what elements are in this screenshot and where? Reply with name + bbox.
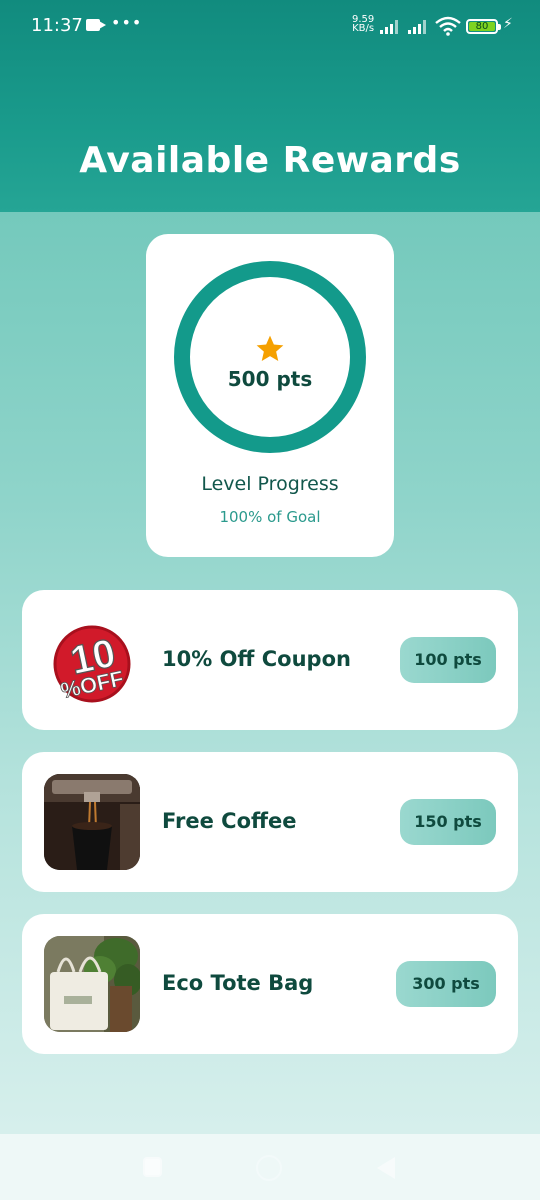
header-bar: 11:37 ••• 9.59 KB/s 80 ⚡ Available Rewar… [0,0,540,212]
reward-name: 10% Off Coupon [162,647,351,671]
goal-percentage-label: 100% of Goal [219,508,321,526]
reward-name: Free Coffee [162,809,297,833]
network-speed: 9.59 KB/s [352,15,375,34]
reward-points-pill[interactable]: 100 pts [400,637,496,683]
page-title: Available Rewards [79,140,461,181]
tote-bag-image [44,936,140,1032]
more-notifications-icon: ••• [111,13,143,32]
progress-ring: 500 pts [174,261,366,453]
level-progress-card: 500 pts Level Progress 100% of Goal [146,234,394,557]
reward-card-tote[interactable]: Eco Tote Bag 300 pts [22,914,518,1054]
signal-strength-icon-2 [408,18,430,34]
reward-name: Eco Tote Bag [162,971,314,995]
video-camera-icon [86,19,106,31]
network-speed-unit: KB/s [352,23,375,34]
status-time: 11:37 [31,15,83,36]
charging-icon: ⚡ [503,16,513,32]
status-bar: 11:37 ••• 9.59 KB/s 80 ⚡ [0,0,540,52]
battery-icon: 80 [466,19,501,34]
reward-points-pill[interactable]: 300 pts [396,961,496,1007]
star-icon [190,333,350,369]
recent-apps-button[interactable] [143,1157,162,1177]
coffee-cup-image [44,774,140,870]
level-progress-label: Level Progress [201,473,339,495]
battery-level: 80 [469,22,495,32]
back-button[interactable] [377,1157,395,1179]
wifi-icon [435,16,461,36]
signal-strength-icon [380,18,402,34]
reward-card-coffee[interactable]: Free Coffee 150 pts [22,752,518,892]
points-total: 500 pts [227,367,313,391]
discount-badge-image: 10 %OFF [44,612,140,708]
system-navigation-bar [0,1134,540,1200]
reward-points-pill[interactable]: 150 pts [400,799,496,845]
reward-card-coupon[interactable]: 10 %OFF 10% Off Coupon 100 pts [22,590,518,730]
home-button[interactable] [256,1155,282,1181]
